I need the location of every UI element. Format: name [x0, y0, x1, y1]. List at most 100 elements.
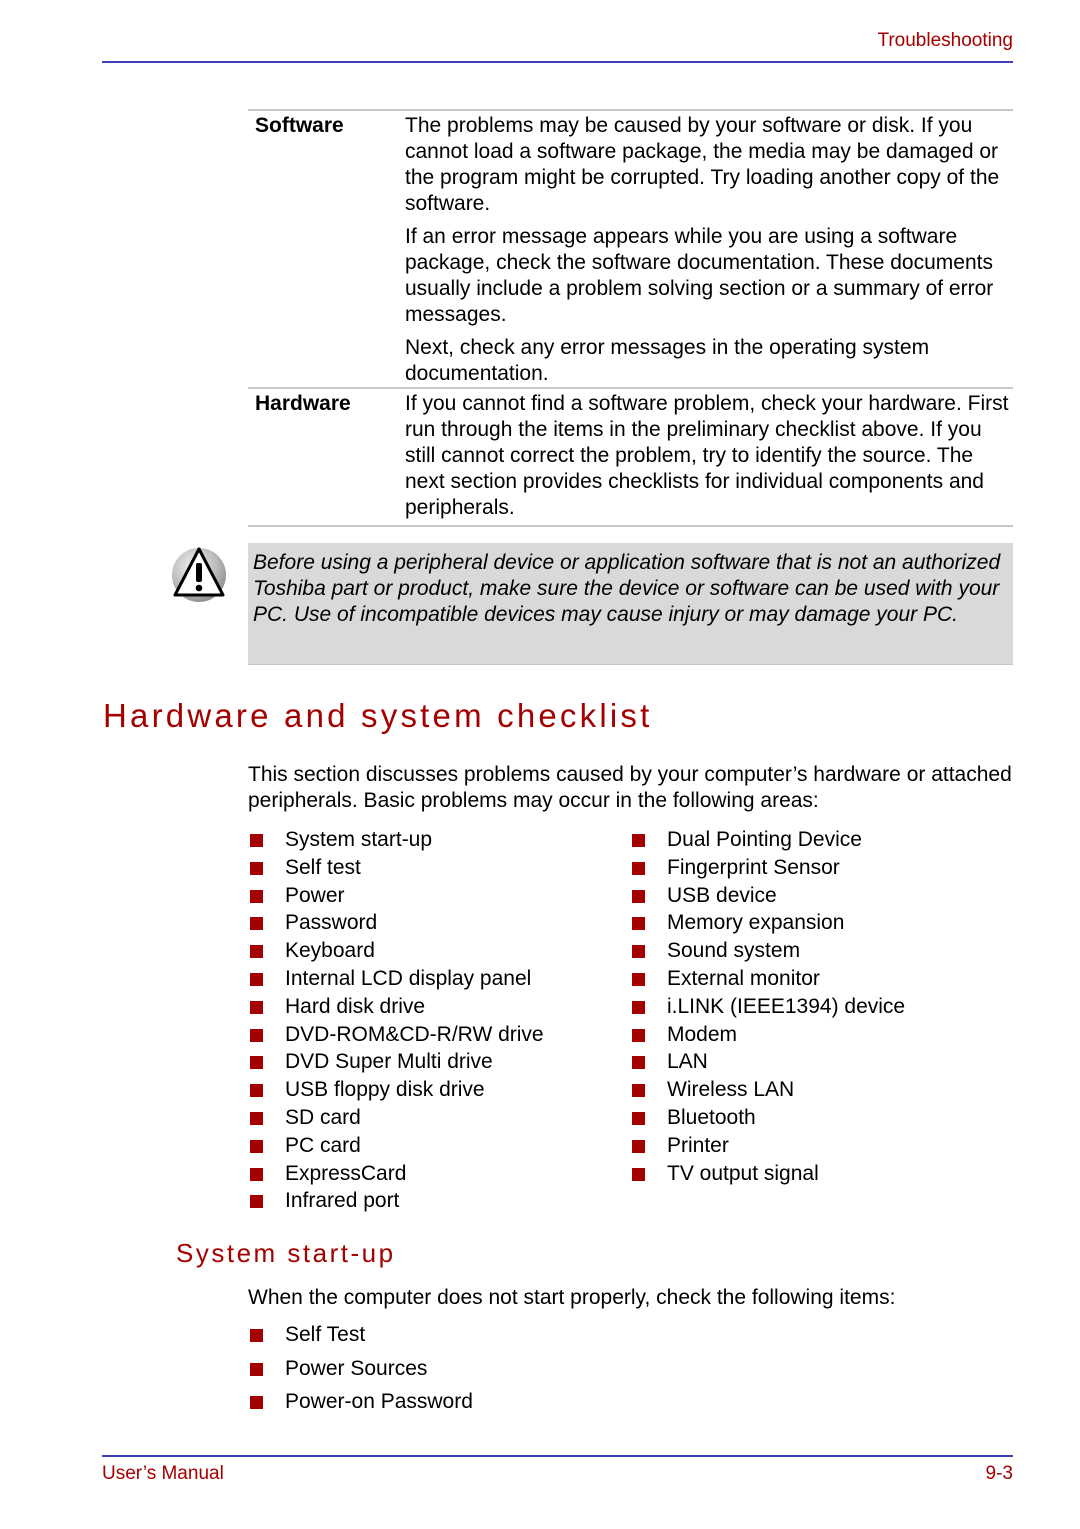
- list-item: Self Test: [250, 1318, 473, 1352]
- list-item-label: USB floppy disk drive: [285, 1078, 485, 1102]
- list-item-label: Infrared port: [285, 1189, 400, 1213]
- list-item: Memory expansion: [632, 909, 905, 937]
- list-item-label: Self test: [285, 855, 361, 879]
- definition-row-hardware: Hardware If you cannot find a software p…: [248, 387, 1013, 527]
- definition-paragraph: Next, check any error messages in the op…: [405, 336, 930, 385]
- list-item: Hard disk drive: [250, 993, 544, 1021]
- list-item: Keyboard: [250, 937, 544, 965]
- bullet-square-icon: [632, 1084, 645, 1098]
- list-item-label: Wireless LAN: [667, 1078, 795, 1102]
- definition-term: Software: [255, 114, 344, 137]
- list-item: Power-on Password: [250, 1385, 473, 1419]
- list-item: USB floppy disk drive: [250, 1076, 544, 1104]
- definition-paragraph: The problems may be caused by your softw…: [405, 114, 1000, 215]
- list-item-label: Keyboard: [285, 939, 375, 963]
- list-item: ExpressCard: [250, 1160, 544, 1188]
- list-item: DVD Super Multi drive: [250, 1048, 544, 1076]
- bullet-square-icon: [632, 834, 645, 847]
- bullet-square-icon: [632, 917, 645, 931]
- header-divider: [102, 61, 1013, 63]
- list-item: Internal LCD display panel: [250, 965, 544, 993]
- bullet-square-icon: [250, 1329, 263, 1342]
- list-item: Bluetooth: [632, 1104, 905, 1132]
- list-item: Self test: [250, 854, 544, 882]
- bullet-square-icon: [632, 1028, 645, 1042]
- page-number: 9-3: [985, 1463, 1013, 1484]
- running-header: Troubleshooting: [877, 30, 1013, 51]
- list-item-label: Dual Pointing Device: [667, 828, 862, 851]
- bullet-square-icon: [250, 1111, 263, 1125]
- footer-manual-title: User’s Manual: [102, 1463, 224, 1484]
- bullet-square-icon: [250, 834, 263, 847]
- list-item: Password: [250, 909, 544, 937]
- list-item: Wireless LAN: [632, 1076, 905, 1104]
- list-item: Fingerprint Sensor: [632, 854, 905, 882]
- list-item-label: TV output signal: [667, 1161, 819, 1185]
- list-item-label: USB device: [667, 883, 777, 907]
- bullet-square-icon: [250, 1396, 263, 1409]
- section-intro: This section discusses problems caused b…: [248, 763, 1012, 812]
- list-item: Dual Pointing Device: [632, 826, 905, 854]
- subsection-intro: When the computer does not start properl…: [248, 1286, 896, 1309]
- bullet-square-icon: [250, 1167, 263, 1181]
- definition-row-software: Software The problems may be caused by y…: [248, 109, 1013, 387]
- list-item: PC card: [250, 1132, 544, 1160]
- definition-table: Software The problems may be caused by y…: [248, 109, 1013, 527]
- list-item-label: SD card: [285, 1105, 361, 1129]
- bullet-square-icon: [250, 1362, 263, 1376]
- list-item-label: Power Sources: [285, 1356, 428, 1380]
- bullet-square-icon: [250, 917, 263, 931]
- list-item-label: Password: [285, 911, 378, 935]
- list-item-label: i.LINK (IEEE1394) device: [667, 994, 906, 1018]
- bullet-square-icon: [632, 1139, 645, 1153]
- list-item: Power Sources: [250, 1352, 473, 1386]
- bullet-square-icon: [250, 1139, 263, 1153]
- list-item-label: Power-on Password: [285, 1390, 473, 1413]
- list-item-label: System start-up: [285, 828, 433, 851]
- bullet-square-icon: [632, 889, 645, 903]
- list-item-label: ExpressCard: [285, 1161, 407, 1185]
- bullet-square-icon: [632, 945, 645, 959]
- footer-divider: [102, 1455, 1013, 1457]
- section-title: Hardware and system checklist: [103, 697, 653, 734]
- checklist-areas-left: System start-up Self test Power Password Key…: [250, 826, 544, 1215]
- bullet-square-icon: [250, 1056, 263, 1070]
- bullet-square-icon: [250, 1000, 263, 1014]
- list-item: USB device: [632, 882, 905, 910]
- list-item: i.LINK (IEEE1394) device: [632, 993, 905, 1021]
- list-item: SD card: [250, 1104, 544, 1132]
- definition-body: If you cannot find a software problem, c…: [405, 391, 1013, 521]
- list-item: DVD-ROM&CD-R/RW drive: [250, 1021, 544, 1049]
- list-item: Modem: [632, 1021, 905, 1049]
- list-item: System start-up: [250, 826, 544, 854]
- bullet-square-icon: [632, 1111, 645, 1125]
- list-item-label: DVD Super Multi drive: [285, 1050, 493, 1074]
- list-item-label: Self Test: [285, 1323, 366, 1346]
- definition-paragraph: If you cannot find a software problem, c…: [405, 392, 1009, 519]
- list-item: LAN: [632, 1048, 905, 1076]
- bullet-square-icon: [632, 861, 645, 875]
- list-item-label: Power: [285, 883, 345, 907]
- list-item-label: Bluetooth: [667, 1105, 756, 1129]
- definition-term: Hardware: [255, 392, 351, 415]
- checklist-areas-right: Dual Pointing Device Fingerprint Sensor US…: [632, 826, 905, 1187]
- bullet-square-icon: [250, 1028, 263, 1042]
- caution-note: Before using a peripheral device or appl…: [248, 543, 1013, 665]
- list-item-label: DVD-ROM&CD-R/RW drive: [285, 1022, 544, 1046]
- list-item-label: External monitor: [667, 966, 820, 990]
- list-item: Power: [250, 882, 544, 910]
- startup-checklist: Self Test Power Sources Power-on Password: [250, 1318, 473, 1419]
- bullet-square-icon: [632, 1056, 645, 1070]
- bullet-square-icon: [250, 945, 263, 959]
- warning-triangle-icon: [170, 545, 226, 603]
- list-item-label: Internal LCD display panel: [285, 966, 532, 990]
- bullet-square-icon: [250, 861, 263, 875]
- list-item: Printer: [632, 1132, 905, 1160]
- list-item-label: LAN: [667, 1050, 708, 1074]
- list-item-label: Sound system: [667, 939, 801, 963]
- bullet-square-icon: [632, 1000, 645, 1014]
- definition-body: The problems may be caused by your softw…: [405, 113, 1013, 387]
- list-item: Sound system: [632, 937, 905, 965]
- bullet-square-icon: [632, 1167, 645, 1181]
- bullet-square-icon: [250, 1084, 263, 1098]
